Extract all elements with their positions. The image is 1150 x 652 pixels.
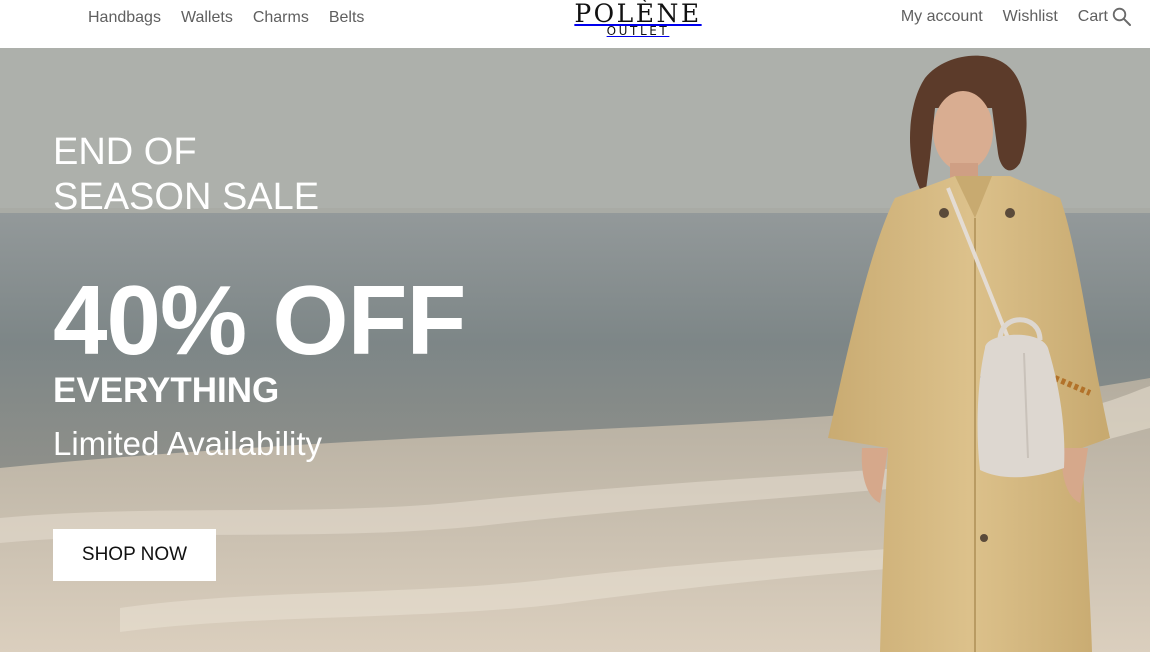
nav-charms[interactable]: Charms [253, 9, 309, 27]
my-account-link[interactable]: My account [901, 8, 983, 26]
headline-line-1: END OF [53, 131, 197, 173]
main-nav: Handbags Wallets Charms Belts [88, 0, 364, 36]
discount-text: 40% OFF [53, 265, 466, 375]
shop-now-button[interactable]: SHOP NOW [53, 529, 216, 581]
site-header: Handbags Wallets Charms Belts POLÈNE OUT… [0, 0, 1150, 48]
account-nav: My account Wishlist Cart [901, 0, 1132, 34]
wishlist-link[interactable]: Wishlist [1003, 8, 1058, 26]
nav-belts[interactable]: Belts [329, 9, 365, 27]
hero-banner: END OF SEASON SALE 40% OFF EVERYTHING Li… [0, 48, 1150, 652]
cart-link[interactable]: Cart [1078, 8, 1108, 26]
everything-text: EVERYTHING [53, 371, 280, 410]
nav-handbags[interactable]: Handbags [88, 9, 161, 27]
cart-group: Cart [1078, 7, 1132, 27]
logo-wordmark: POLÈNE [574, 0, 702, 28]
hero-headline: END OF SEASON SALE [53, 130, 473, 220]
brand-logo[interactable]: POLÈNE OUTLET [567, 0, 709, 37]
nav-wallets[interactable]: Wallets [181, 9, 233, 27]
search-icon[interactable] [1112, 7, 1132, 27]
availability-text: Limited Availability [53, 425, 323, 462]
headline-line-2: SEASON SALE [53, 176, 320, 218]
